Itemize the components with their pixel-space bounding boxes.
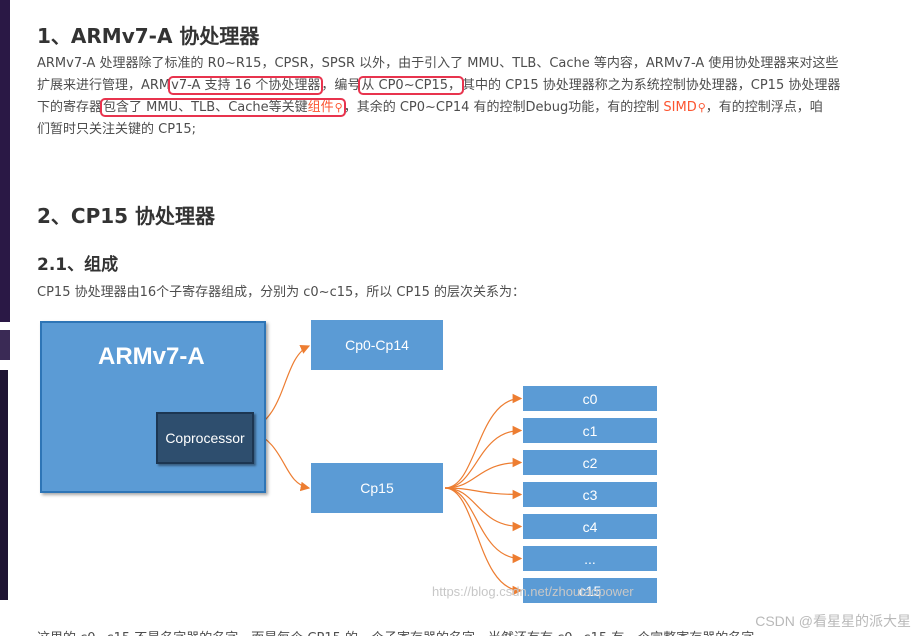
left-sidebar-edge: [0, 0, 14, 636]
arrow-to-c1: [444, 425, 523, 489]
text-span: ，其余的 CP0~CP14 有的控制Debug功能，有的控制: [343, 100, 664, 115]
register-c0: c0: [523, 386, 657, 411]
cut-off-text-line: 这里的 c0~c15 不是名字器的名字，而是每个 CP15 的一个子寄存器的名字…: [37, 628, 754, 636]
link-text[interactable]: 组件: [308, 100, 334, 115]
paragraph-line: 们暂时只关注关键的 CP15;: [37, 122, 196, 137]
armv7a-block: ARMv7-A Coprocessor: [40, 321, 266, 493]
cp15-hierarchy-diagram: ARMv7-A Coprocessor Cp0-Cp14 Cp15 c0 c1 c2…: [37, 318, 677, 608]
diagram-watermark: https://blog.csdn.net/zhoutaopower: [432, 584, 634, 599]
paragraph-line: ARMv7-A 处理器除了标准的 R0~R15，CPSR，SPSR 以外，由于引…: [37, 53, 895, 75]
register-c3: c3: [523, 482, 657, 507]
text-span: ，有的控制浮点，咱: [705, 100, 823, 115]
csdn-watermark: CSDN @看星星的派大星: [755, 613, 911, 629]
section-heading: 2、CP15 协处理器: [37, 204, 216, 228]
highlight-box: 包含了 MMU、TLB、Cache等关键组件⚲: [100, 98, 346, 117]
text-span: 扩展来进行管理，ARM: [37, 78, 171, 93]
paragraph-line: 下的寄存器包含了 MMU、TLB、Cache等关键组件⚲，其余的 CP0~CP1…: [37, 97, 895, 119]
cp15-block: Cp15: [311, 463, 443, 513]
paragraph-line: CP15 协处理器由16个子寄存器组成，分别为 c0~c15，所以 CP15 的…: [37, 285, 525, 300]
text-span: ，编号: [321, 78, 361, 93]
sidebar-band: [0, 0, 10, 322]
arm-title: ARMv7-A: [98, 343, 205, 370]
search-icon[interactable]: ⚲: [698, 101, 706, 114]
text-span: 包含了 MMU、TLB、Cache等关键: [103, 100, 308, 115]
text-span: 下的寄存器: [37, 100, 103, 115]
link-component[interactable]: 组件⚲: [308, 100, 343, 115]
arrow-to-c0: [444, 393, 523, 489]
sidebar-band: [0, 330, 10, 360]
link-text[interactable]: SIMD: [663, 100, 696, 115]
register-c4: c4: [523, 514, 657, 539]
paragraph-line: 扩展来进行管理，ARMv7-A 支持 16 个协处理器，编号从 CP0~CP15…: [37, 75, 895, 97]
coprocessor-block: Coprocessor: [156, 412, 254, 464]
highlight-box: 从 CP0~CP15，: [358, 76, 465, 95]
register-c1: c1: [523, 418, 657, 443]
search-icon[interactable]: ⚲: [335, 101, 343, 114]
register-ellipsis: ...: [523, 546, 657, 571]
text-span: 其中的 CP15 协处理器称之为系统控制协处理器，CP15 协处理器: [462, 78, 841, 93]
sub-heading: 2.1、组成: [37, 255, 119, 275]
highlight-box: v7-A 支持 16 个协处理器: [168, 76, 324, 95]
text-span: ARMv7-A 处理器除了标准的 R0~R15，CPSR，SPSR 以外，由于引…: [37, 56, 839, 71]
section-heading: 1、ARMv7-A 协处理器: [37, 24, 260, 48]
sidebar-band: [0, 370, 8, 600]
arrow-to-ellipsis: [444, 487, 523, 564]
arrow-to-c15: [444, 487, 523, 596]
register-c2: c2: [523, 450, 657, 475]
cp0-cp14-block: Cp0-Cp14: [311, 320, 443, 370]
link-simd[interactable]: SIMD⚲: [663, 100, 705, 115]
